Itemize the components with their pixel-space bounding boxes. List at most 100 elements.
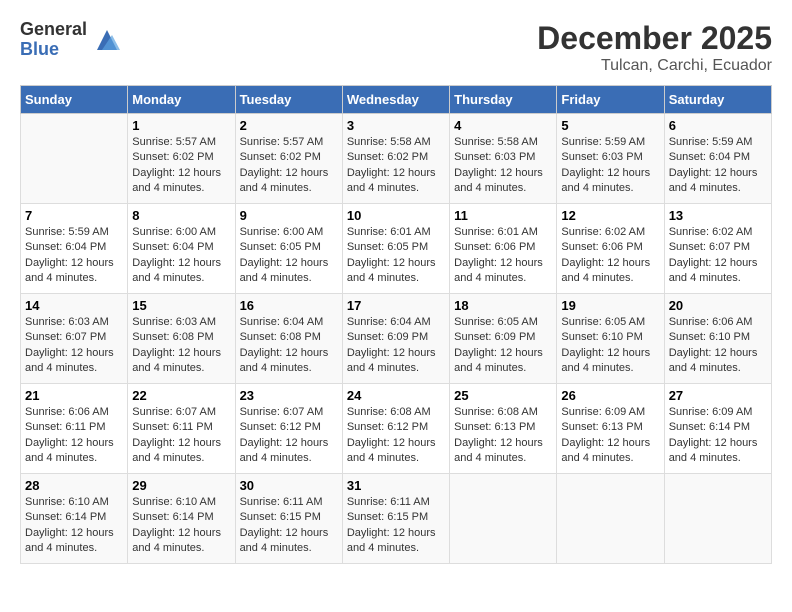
calendar-day-cell: 11 Sunrise: 6:01 AMSunset: 6:06 PMDayligh… bbox=[450, 204, 557, 294]
day-info: Sunrise: 6:09 AMSunset: 6:14 PMDaylight:… bbox=[669, 405, 767, 467]
calendar-day-cell: 12 Sunrise: 6:02 AMSunset: 6:06 PMDayligh… bbox=[557, 204, 664, 294]
day-number: 25 bbox=[454, 388, 552, 403]
day-number: 12 bbox=[561, 208, 659, 223]
day-info: Sunrise: 5:59 AMSunset: 6:04 PMDaylight:… bbox=[669, 135, 767, 197]
day-number: 2 bbox=[240, 118, 338, 133]
calendar-day-cell: 2Sunrise: 5:57 AMSunset: 6:02 PMDaylight… bbox=[235, 114, 342, 204]
calendar-day-cell: 28Sunrise: 6:10 AMSunset: 6:14 PMDayligh… bbox=[21, 474, 128, 564]
day-info: Sunrise: 6:04 AMSunset: 6:09 PMDaylight:… bbox=[347, 315, 445, 377]
day-number: 5 bbox=[561, 118, 659, 133]
day-info: Sunrise: 6:01 AMSunset: 6:05 PMDaylight:… bbox=[347, 225, 445, 287]
calendar-day-cell: 9 Sunrise: 6:00 AMSunset: 6:05 PMDaylight… bbox=[235, 204, 342, 294]
day-info: Sunrise: 6:02 AMSunset: 6:07 PMDaylight:… bbox=[669, 225, 767, 287]
day-info: Sunrise: 6:07 AMSunset: 6:11 PMDaylight:… bbox=[132, 405, 230, 467]
weekday-header-friday: Friday bbox=[557, 86, 664, 114]
calendar-day-cell: 22 Sunrise: 6:07 AMSunset: 6:11 PMDayligh… bbox=[128, 384, 235, 474]
day-info: Sunrise: 6:09 AMSunset: 6:13 PMDaylight:… bbox=[561, 405, 659, 467]
day-info: Sunrise: 5:59 AMSunset: 6:03 PMDaylight:… bbox=[561, 135, 659, 197]
calendar-day-cell: 4Sunrise: 5:58 AMSunset: 6:03 PMDaylight… bbox=[450, 114, 557, 204]
day-info: Sunrise: 6:10 AMSunset: 6:14 PMDaylight:… bbox=[25, 495, 123, 557]
logo-general-text: General bbox=[20, 20, 87, 40]
calendar-day-cell: 18Sunrise: 6:05 AMSunset: 6:09 PMDayligh… bbox=[450, 294, 557, 384]
day-number: 18 bbox=[454, 298, 552, 313]
day-number: 22 bbox=[132, 388, 230, 403]
calendar-day-cell: 21Sunrise: 6:06 AMSunset: 6:11 PMDayligh… bbox=[21, 384, 128, 474]
day-info: Sunrise: 6:11 AMSunset: 6:15 PMDaylight:… bbox=[347, 495, 445, 557]
month-title: December 2025 bbox=[537, 20, 772, 57]
calendar-day-cell: 5 Sunrise: 5:59 AMSunset: 6:03 PMDaylight… bbox=[557, 114, 664, 204]
day-number: 6 bbox=[669, 118, 767, 133]
calendar-day-cell: 30Sunrise: 6:11 AMSunset: 6:15 PMDayligh… bbox=[235, 474, 342, 564]
calendar-day-cell: 16 Sunrise: 6:04 AMSunset: 6:08 PMDayligh… bbox=[235, 294, 342, 384]
weekday-header-thursday: Thursday bbox=[450, 86, 557, 114]
calendar-day-cell: 17 Sunrise: 6:04 AMSunset: 6:09 PMDayligh… bbox=[342, 294, 449, 384]
day-info: Sunrise: 6:00 AMSunset: 6:04 PMDaylight:… bbox=[132, 225, 230, 287]
day-number: 4 bbox=[454, 118, 552, 133]
page-header: General Blue December 2025 Tulcan, Carch… bbox=[20, 20, 772, 75]
calendar-day-cell: 19Sunrise: 6:05 AMSunset: 6:10 PMDayligh… bbox=[557, 294, 664, 384]
calendar-day-cell: 10Sunrise: 6:01 AMSunset: 6:05 PMDayligh… bbox=[342, 204, 449, 294]
logo: General Blue bbox=[20, 20, 122, 60]
day-number: 17 bbox=[347, 298, 445, 313]
calendar-day-cell bbox=[21, 114, 128, 204]
day-number: 7 bbox=[25, 208, 123, 223]
weekday-header-monday: Monday bbox=[128, 86, 235, 114]
day-number: 24 bbox=[347, 388, 445, 403]
day-info: Sunrise: 6:06 AMSunset: 6:10 PMDaylight:… bbox=[669, 315, 767, 377]
calendar-day-cell: 26 Sunrise: 6:09 AMSunset: 6:13 PMDayligh… bbox=[557, 384, 664, 474]
calendar-day-cell: 29Sunrise: 6:10 AMSunset: 6:14 PMDayligh… bbox=[128, 474, 235, 564]
day-info: Sunrise: 6:03 AMSunset: 6:07 PMDaylight:… bbox=[25, 315, 123, 377]
day-number: 9 bbox=[240, 208, 338, 223]
weekday-header-row: SundayMondayTuesdayWednesdayThursdayFrid… bbox=[21, 86, 772, 114]
calendar-day-cell: 25Sunrise: 6:08 AMSunset: 6:13 PMDayligh… bbox=[450, 384, 557, 474]
day-number: 14 bbox=[25, 298, 123, 313]
day-info: Sunrise: 6:08 AMSunset: 6:12 PMDaylight:… bbox=[347, 405, 445, 467]
location-subtitle: Tulcan, Carchi, Ecuador bbox=[537, 57, 772, 75]
calendar-day-cell: 13 Sunrise: 6:02 AMSunset: 6:07 PMDayligh… bbox=[664, 204, 771, 294]
day-number: 23 bbox=[240, 388, 338, 403]
weekday-header-sunday: Sunday bbox=[21, 86, 128, 114]
day-info: Sunrise: 6:07 AMSunset: 6:12 PMDaylight:… bbox=[240, 405, 338, 467]
day-number: 8 bbox=[132, 208, 230, 223]
day-info: Sunrise: 6:06 AMSunset: 6:11 PMDaylight:… bbox=[25, 405, 123, 467]
day-number: 27 bbox=[669, 388, 767, 403]
calendar-week-row: 21Sunrise: 6:06 AMSunset: 6:11 PMDayligh… bbox=[21, 384, 772, 474]
day-info: Sunrise: 6:04 AMSunset: 6:08 PMDaylight:… bbox=[240, 315, 338, 377]
day-info: Sunrise: 6:01 AMSunset: 6:06 PMDaylight:… bbox=[454, 225, 552, 287]
logo-icon bbox=[92, 25, 122, 55]
weekday-header-saturday: Saturday bbox=[664, 86, 771, 114]
day-number: 1 bbox=[132, 118, 230, 133]
day-info: Sunrise: 5:59 AMSunset: 6:04 PMDaylight:… bbox=[25, 225, 123, 287]
day-number: 11 bbox=[454, 208, 552, 223]
calendar-day-cell bbox=[664, 474, 771, 564]
calendar-day-cell: 20 Sunrise: 6:06 AMSunset: 6:10 PMDayligh… bbox=[664, 294, 771, 384]
day-number: 20 bbox=[669, 298, 767, 313]
day-info: Sunrise: 6:10 AMSunset: 6:14 PMDaylight:… bbox=[132, 495, 230, 557]
calendar-day-cell: 14 Sunrise: 6:03 AMSunset: 6:07 PMDayligh… bbox=[21, 294, 128, 384]
calendar-day-cell: 24 Sunrise: 6:08 AMSunset: 6:12 PMDayligh… bbox=[342, 384, 449, 474]
title-section: December 2025 Tulcan, Carchi, Ecuador bbox=[537, 20, 772, 75]
calendar-day-cell: 3Sunrise: 5:58 AMSunset: 6:02 PMDaylight… bbox=[342, 114, 449, 204]
day-number: 13 bbox=[669, 208, 767, 223]
day-number: 31 bbox=[347, 478, 445, 493]
calendar-day-cell: 31 Sunrise: 6:11 AMSunset: 6:15 PMDayligh… bbox=[342, 474, 449, 564]
calendar-day-cell bbox=[557, 474, 664, 564]
calendar-day-cell: 6 Sunrise: 5:59 AMSunset: 6:04 PMDaylight… bbox=[664, 114, 771, 204]
calendar-day-cell: 27 Sunrise: 6:09 AMSunset: 6:14 PMDayligh… bbox=[664, 384, 771, 474]
weekday-header-wednesday: Wednesday bbox=[342, 86, 449, 114]
day-number: 16 bbox=[240, 298, 338, 313]
day-number: 3 bbox=[347, 118, 445, 133]
logo-blue-text: Blue bbox=[20, 40, 87, 60]
day-info: Sunrise: 6:00 AMSunset: 6:05 PMDaylight:… bbox=[240, 225, 338, 287]
calendar-day-cell: 23 Sunrise: 6:07 AMSunset: 6:12 PMDayligh… bbox=[235, 384, 342, 474]
day-number: 26 bbox=[561, 388, 659, 403]
calendar-week-row: 28Sunrise: 6:10 AMSunset: 6:14 PMDayligh… bbox=[21, 474, 772, 564]
calendar-day-cell: 15Sunrise: 6:03 AMSunset: 6:08 PMDayligh… bbox=[128, 294, 235, 384]
day-number: 15 bbox=[132, 298, 230, 313]
day-info: Sunrise: 6:05 AMSunset: 6:10 PMDaylight:… bbox=[561, 315, 659, 377]
calendar-table: SundayMondayTuesdayWednesdayThursdayFrid… bbox=[20, 85, 772, 564]
day-info: Sunrise: 6:02 AMSunset: 6:06 PMDaylight:… bbox=[561, 225, 659, 287]
calendar-day-cell: 8 Sunrise: 6:00 AMSunset: 6:04 PMDaylight… bbox=[128, 204, 235, 294]
calendar-week-row: 1Sunrise: 5:57 AMSunset: 6:02 PMDaylight… bbox=[21, 114, 772, 204]
day-number: 30 bbox=[240, 478, 338, 493]
